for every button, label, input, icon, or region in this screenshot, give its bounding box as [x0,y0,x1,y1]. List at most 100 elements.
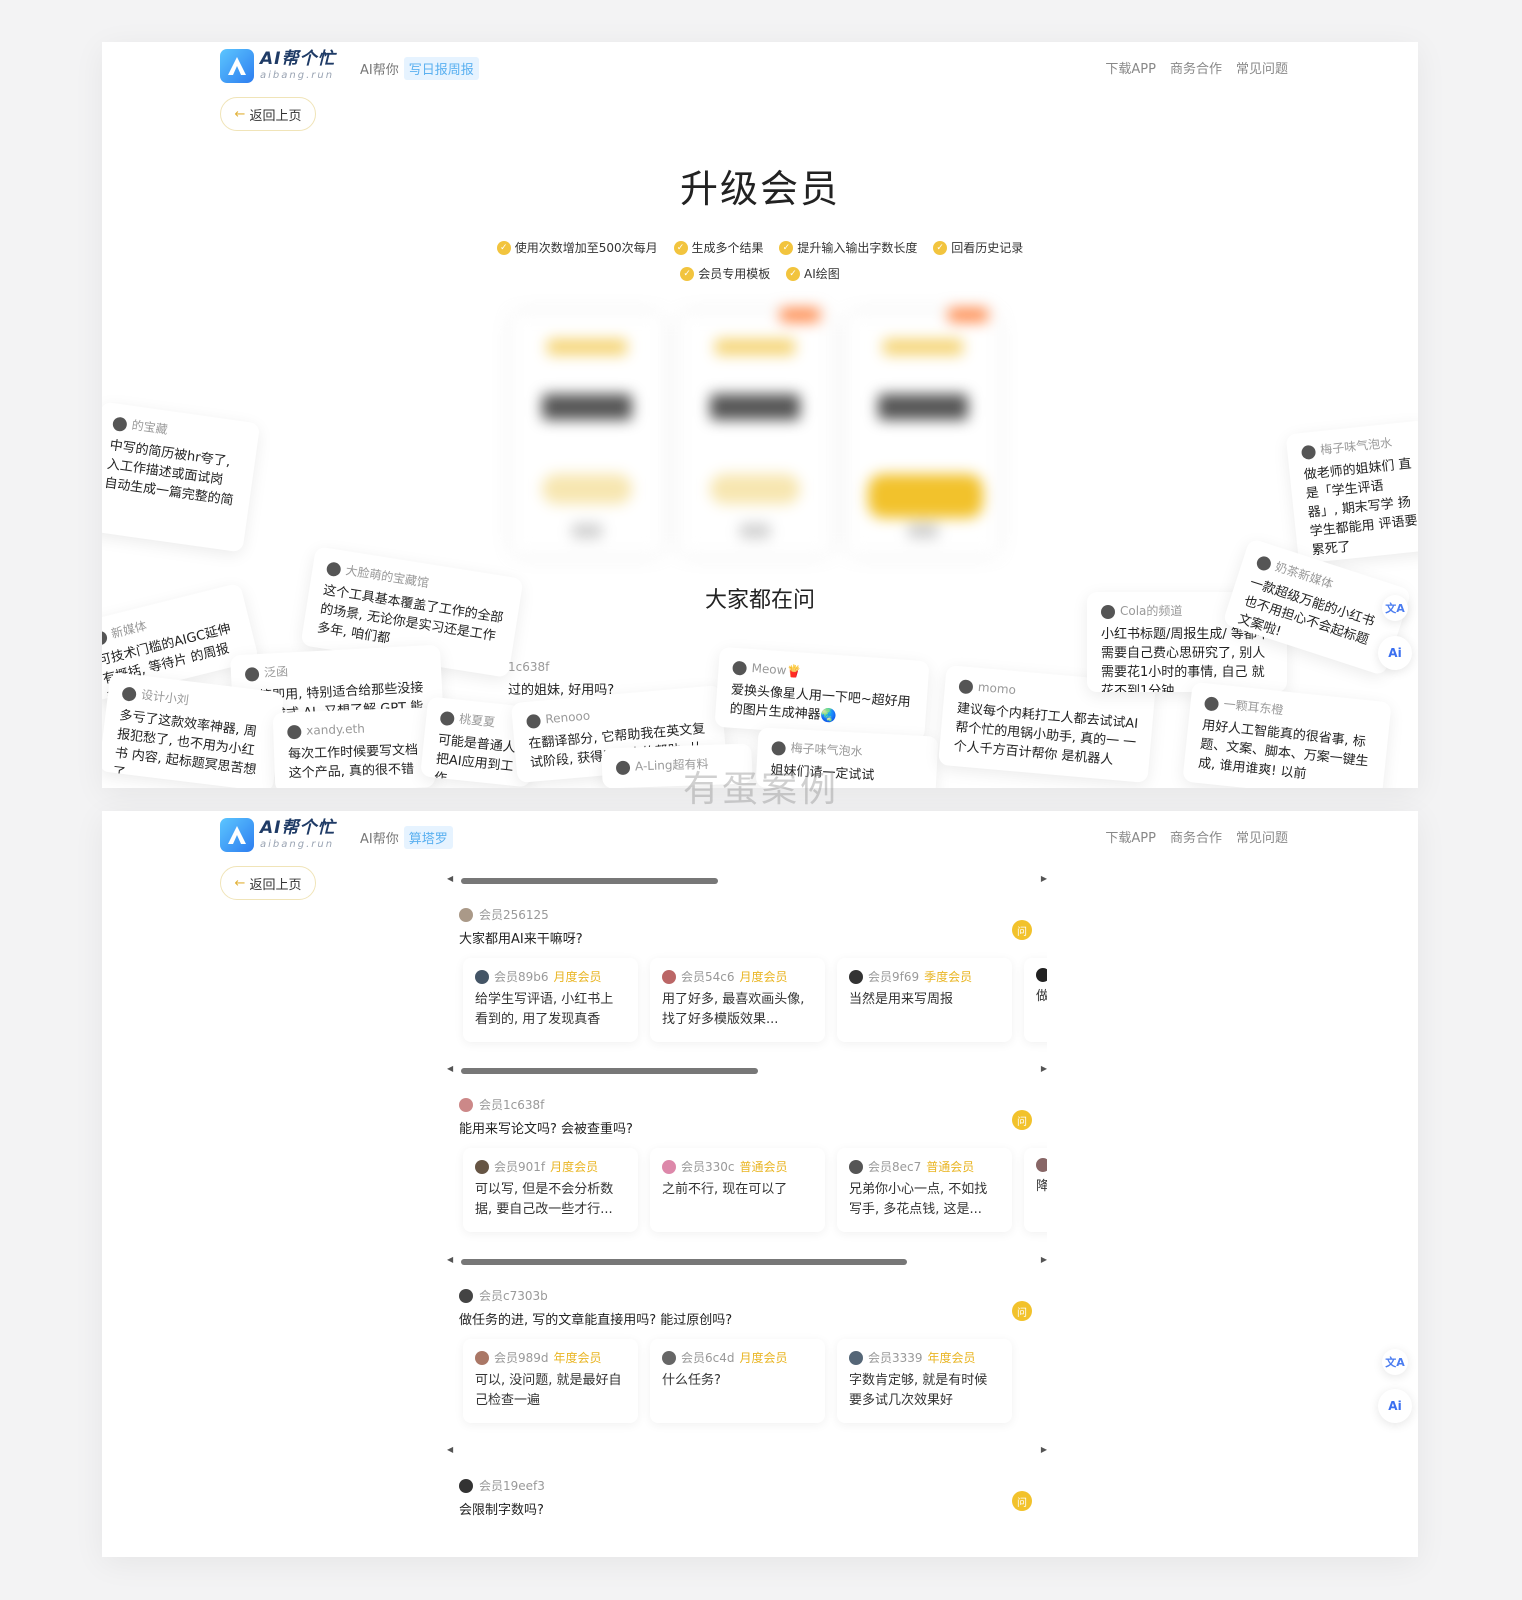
avatar [325,560,342,577]
answer-card[interactable]: 会员989d 年度会员 可以, 没问题, 就是最好自己检查一遍 [463,1339,638,1423]
faq-screen: AI帮个忙 aibang.run AI帮你 算塔罗 下载APP 商务合作 常见问… [102,811,1418,1557]
check-icon: ✓ [786,267,801,281]
answer-card[interactable]: 做( [1024,958,1047,1042]
avatar [849,1350,863,1365]
question-block: 会员c7303b 做任务的进, 写的文章能直接用吗? 能过原创吗? 问 会员98… [447,1277,1047,1437]
avatar [459,1288,473,1303]
slogan: AI帮你 写日报周报 [360,57,479,80]
logo-icon [220,818,254,852]
horizontal-scrollbar[interactable]: ◀ ▶ [447,1255,1047,1267]
answer-card[interactable]: 会员3339 年度会员 字数肯定够, 就是有时候要多试几次效果好 [837,1339,1012,1423]
check-icon: ✓ [680,267,695,281]
scroll-thumb[interactable] [461,1068,758,1074]
back-button[interactable]: ← 返回上页 [220,97,316,131]
avatar [112,415,128,432]
nav-faq[interactable]: 常见问题 [1236,58,1288,77]
answer-card[interactable]: 会员6c4d 月度会员 什么任务? [650,1339,825,1423]
slogan: AI帮你 算塔罗 [360,826,453,849]
back-arrow-icon: ← [234,875,246,891]
nav-links: 下载APP 商务合作 常见问题 [1105,827,1288,846]
feature-item: ✓ 回看历史记录 [933,236,1023,260]
scroll-left-icon[interactable]: ◀ [447,1255,453,1264]
back-label: 返回上页 [249,108,302,124]
question-icon[interactable]: 问 [1012,920,1032,940]
translate-icon[interactable]: 文A [1382,1349,1408,1375]
scroll-right-icon[interactable]: ▶ [1041,1255,1047,1264]
ai-assistant-icon[interactable]: Ai [1378,1389,1412,1423]
translate-icon[interactable]: 文A [1382,595,1408,621]
top-nav: AI帮个忙 aibang.run AI帮你 算塔罗 下载APP 商务合作 常见问… [102,811,1418,871]
plan-card[interactable] [512,314,662,554]
avatar [1203,695,1220,712]
scroll-right-icon[interactable]: ▶ [1041,1064,1047,1073]
nav-business[interactable]: 商务合作 [1170,827,1222,846]
avatar [1036,968,1047,982]
answer-card[interactable]: 会员54c6 月度会员 用了好多, 最喜欢画头像, 找了好多模版效果... [650,958,825,1042]
plan-card[interactable] [848,308,998,554]
logo-name: AI帮个忙 [260,818,336,838]
answer-card[interactable]: 会员9f69 季度会员 当然是用来写周报 [837,958,1012,1042]
avatar [287,724,302,739]
slogan-prefix: AI帮你 [360,63,399,78]
scroll-left-icon[interactable]: ◀ [447,1445,453,1454]
nav-download-app[interactable]: 下载APP [1105,58,1156,77]
answer-card[interactable]: 会员901f 月度会员 可以写, 但是不会分析数据, 要自己改一些才行... [463,1148,638,1232]
slogan-tag: 算塔罗 [403,826,453,849]
avatar [459,1097,473,1112]
nav-business[interactable]: 商务合作 [1170,58,1222,77]
avatar [1036,1158,1047,1172]
nav-download-app[interactable]: 下载APP [1105,827,1156,846]
avatar [849,969,863,984]
avatar [849,1159,863,1174]
avatar [662,969,676,984]
scroll-left-icon[interactable]: ◀ [447,1064,453,1073]
scroll-thumb[interactable] [461,1259,907,1265]
testimonial-card: 的宝藏 中写的简历被hr夸了, 入工作描述或面试岗 自动生成一篇完整的简 [102,401,261,553]
ai-assistant-icon[interactable]: Ai [1378,636,1412,670]
back-button[interactable]: ← 返回上页 [220,866,316,900]
question-icon[interactable]: 问 [1012,1301,1032,1321]
horizontal-scrollbar[interactable]: ◀ ▶ [447,1064,1047,1076]
avatar [1101,604,1115,619]
question-block: 会员19eef3 会限制字数吗? 问 [447,1467,1047,1557]
plan-card[interactable] [680,308,830,554]
question-icon[interactable]: 问 [1012,1491,1032,1511]
question-block: 会员1c638f 能用来写论文吗? 会被查重吗? 问 会员901f 月度会员 可以… [447,1086,1047,1246]
answer-card[interactable]: 会员8ec7 普通会员 兄弟你小心一点, 不如找写手, 多花点钱, 这是... [837,1148,1012,1232]
feature-item: ✓ 使用次数增加至500次每月 [496,236,658,260]
check-icon: ✓ [933,241,948,255]
answer-list: 会员901f 月度会员 可以写, 但是不会分析数据, 要自己改一些才行... 会员… [463,1148,1047,1232]
feature-item: ✓ 提升输入输出字数长度 [779,236,917,260]
logo-icon [220,49,254,83]
scroll-left-icon[interactable]: ◀ [447,874,453,883]
logo[interactable]: AI帮个忙 aibang.run [220,818,335,852]
top-nav: AI帮个忙 aibang.run AI帮你 写日报周报 下载APP 商务合作 常… [102,42,1418,102]
logo[interactable]: AI帮个忙 aibang.run [220,49,335,83]
logo-name: AI帮个忙 [260,49,336,69]
horizontal-scrollbar[interactable]: ◀ ▶ [447,874,1047,886]
avatar [475,969,489,984]
scroll-thumb[interactable] [461,878,718,884]
scroll-right-icon[interactable]: ▶ [1041,874,1047,883]
avatar [525,713,542,729]
question-user: 会员c7303b [479,1289,548,1303]
horizontal-scrollbar[interactable]: ◀ ▶ [447,1445,1047,1457]
slogan-prefix: AI帮你 [360,832,399,847]
question-icon[interactable]: 问 [1012,1110,1032,1130]
watermark: 有蛋案例 [682,769,839,810]
answer-card[interactable]: 会员330c 普通会员 之前不行, 现在可以了 [650,1148,825,1232]
answer-card[interactable]: 会员89b6 月度会员 给学生写评语, 小红书上看到的, 用了发现真香 [463,958,638,1042]
avatar [121,685,138,702]
scroll-right-icon[interactable]: ▶ [1041,1445,1047,1454]
feature-item: ✓ AI绘图 [786,262,840,286]
nav-faq[interactable]: 常见问题 [1236,827,1288,846]
avatar [244,666,260,682]
avatar [439,710,456,726]
feature-item: ✓ 生成多个结果 [673,236,764,260]
answer-card[interactable]: 降重 快, [1024,1148,1047,1232]
feature-item: ✓ 会员专用模板 [680,262,770,286]
check-icon: ✓ [779,241,794,255]
nav-links: 下载APP 商务合作 常见问题 [1105,58,1288,77]
question-text: 能用来写论文吗? 会被查重吗? [459,1122,633,1137]
back-label: 返回上页 [249,877,302,893]
